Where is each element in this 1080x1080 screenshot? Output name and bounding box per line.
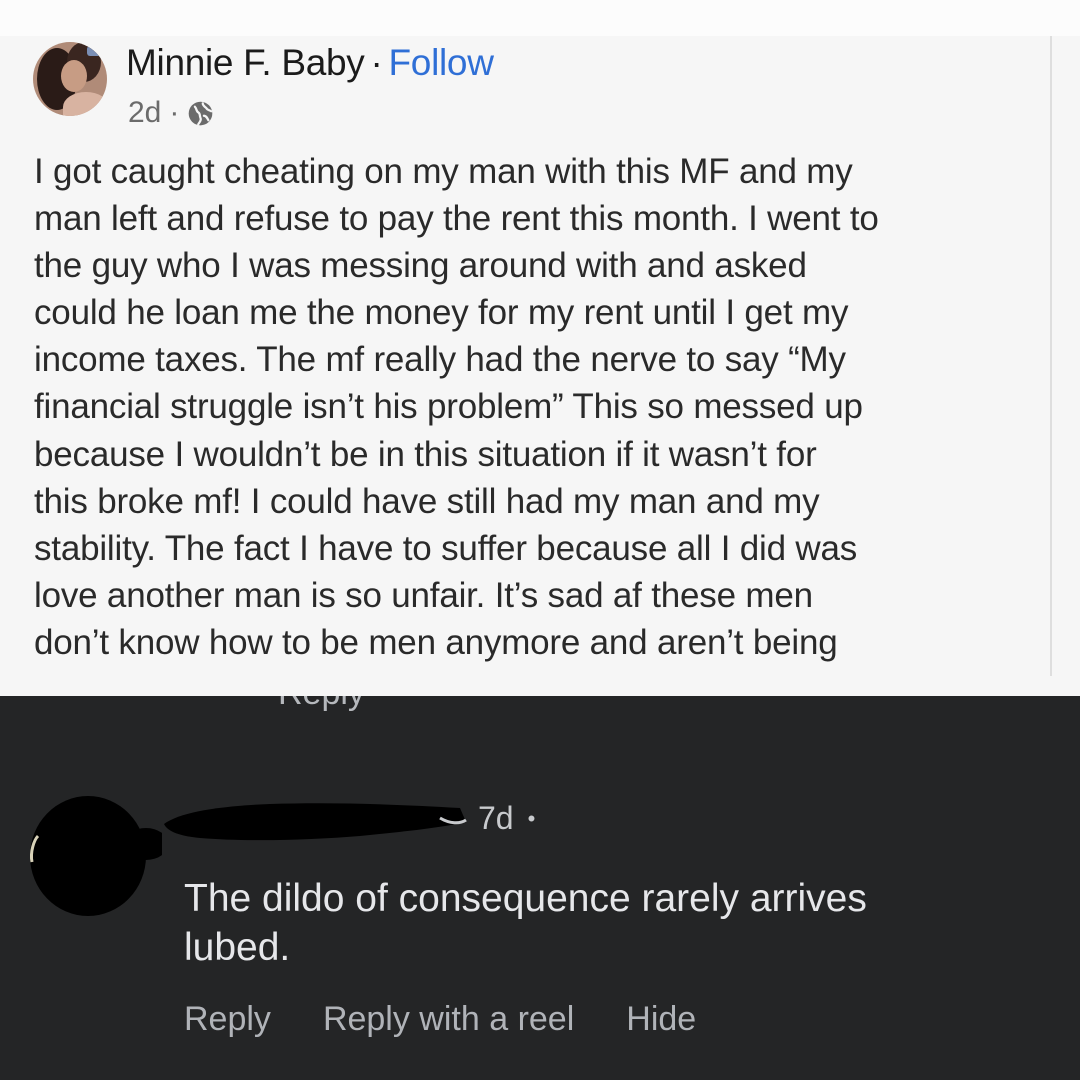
post-text-line: the guy who I was messing around with an… (34, 246, 807, 286)
reply-with-reel-button[interactable]: Reply with a reel (323, 1000, 574, 1039)
author-avatar[interactable] (33, 42, 107, 116)
comment-timestamp[interactable]: 7d (478, 800, 514, 837)
post-text-line: this broke mf! I could have still had my… (34, 481, 820, 521)
post-body: I got caught cheating on my man with thi… (34, 148, 1034, 666)
post-meta: 2d · (128, 96, 214, 130)
post-text-line: because I wouldn’t be in this situation … (34, 434, 817, 474)
post-text-line: financial struggle isn’t his problem” Th… (34, 387, 863, 427)
post-timestamp[interactable]: 2d (128, 96, 161, 130)
post-text-line: don’t know how to be men anymore and are… (34, 622, 838, 662)
post-top-strip (0, 0, 1080, 36)
comment-text-line: The dildo of consequence rarely arrives (184, 877, 867, 920)
post-header: Minnie F. Baby · Follow (126, 42, 494, 84)
header-separator: · (370, 42, 383, 83)
hide-button[interactable]: Hide (626, 1000, 696, 1039)
post-text-line: man left and refuse to pay the rent this… (34, 199, 879, 239)
globe-icon (187, 100, 214, 127)
commenter-name-redacted (160, 794, 470, 854)
cut-off-reply-label: Reply (278, 696, 365, 713)
follow-button[interactable]: Follow (389, 42, 494, 83)
post-text-line: could he loan me the money for my rent u… (34, 293, 849, 333)
comment-body: The dildo of consequence rarely arrives … (184, 874, 1044, 972)
post-text-line: income taxes. The mf really had the nerv… (34, 340, 846, 380)
post-text-line: love another man is so unfair. It’s sad … (34, 575, 813, 615)
author-name[interactable]: Minnie F. Baby (126, 42, 365, 83)
post-text-line: stability. The fact I have to suffer bec… (34, 528, 858, 568)
facebook-post: Minnie F. Baby · Follow 2d · I got caught … (0, 0, 1080, 696)
comment-meta: 7d • (478, 800, 535, 837)
post-text-line: I got caught cheating on my man with thi… (34, 152, 853, 191)
reply-button[interactable]: Reply (184, 1000, 271, 1039)
comment-panel: Reply 7d • The dildo of consequence rare… (0, 696, 1080, 1080)
post-border (1050, 36, 1052, 676)
comment-actions: Reply Reply with a reel Hide (184, 1000, 748, 1039)
meta-bullet: • (527, 805, 536, 831)
comment-text-line: lubed. (184, 926, 291, 969)
meta-separator: · (169, 96, 180, 129)
commenter-avatar-redacted[interactable] (28, 792, 168, 918)
